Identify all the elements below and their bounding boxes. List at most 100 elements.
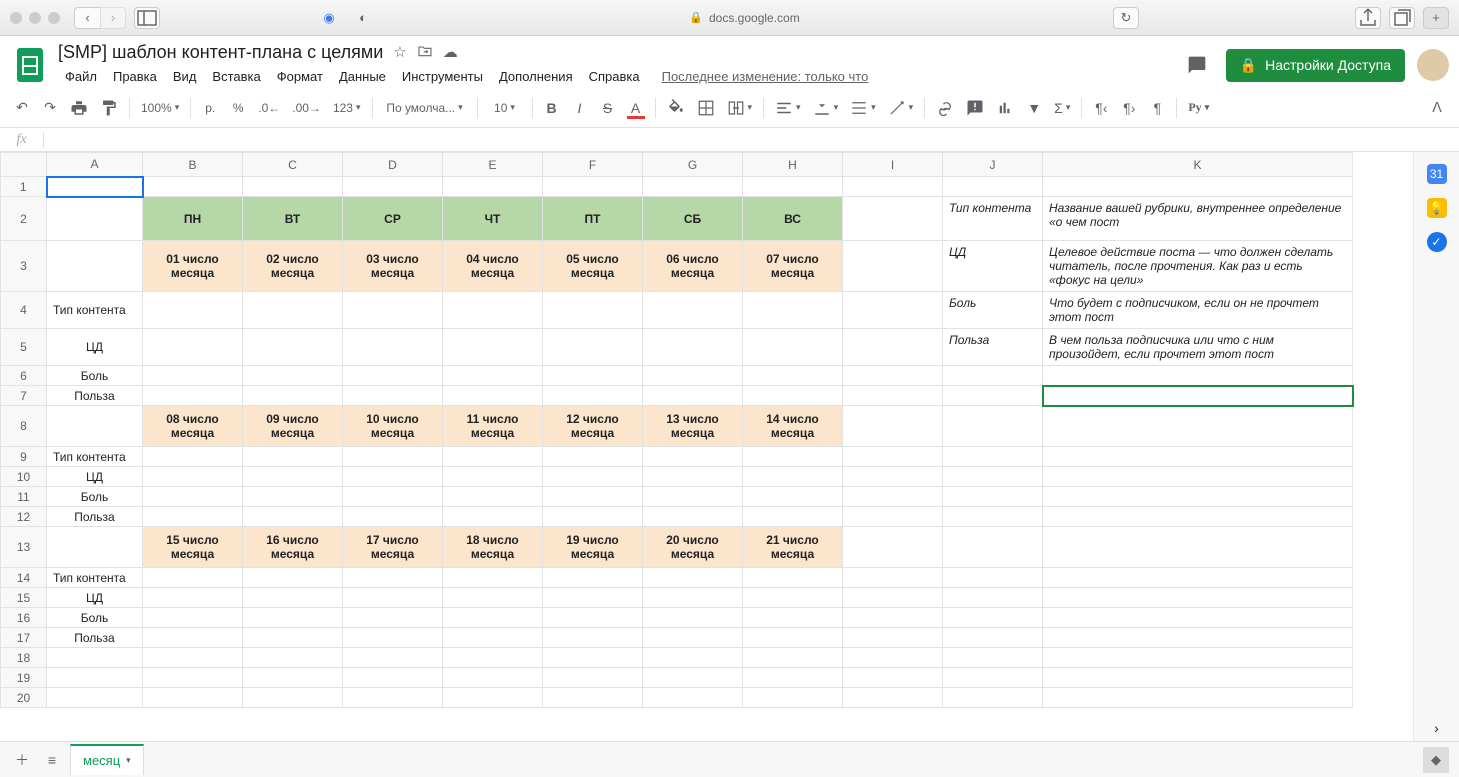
cell[interactable] [143, 588, 243, 608]
doc-title[interactable]: [SMP] шаблон контент-плана с целями [58, 42, 383, 63]
cell[interactable] [643, 447, 743, 467]
cell[interactable] [843, 241, 943, 292]
cell[interactable] [943, 487, 1043, 507]
cell[interactable] [243, 487, 343, 507]
cell[interactable] [543, 507, 643, 527]
cell[interactable] [643, 668, 743, 688]
cell[interactable] [743, 668, 843, 688]
legend-use-label[interactable]: Польза [943, 329, 1043, 366]
cell[interactable] [943, 668, 1043, 688]
cell[interactable] [943, 177, 1043, 197]
date-cell[interactable]: 13 число месяца [643, 406, 743, 447]
row-header-15[interactable]: 15 [1, 588, 47, 608]
cell[interactable] [143, 386, 243, 406]
date-cell[interactable]: 16 число месяца [243, 527, 343, 568]
cell[interactable] [243, 467, 343, 487]
all-sheets-button[interactable]: ≡ [40, 747, 64, 773]
cell[interactable] [743, 628, 843, 648]
cell[interactable] [843, 329, 943, 366]
row-header-9[interactable]: 9 [1, 447, 47, 467]
cell[interactable] [943, 527, 1043, 568]
row-label[interactable]: Тип контента [47, 292, 143, 329]
cell[interactable] [643, 366, 743, 386]
cell[interactable] [343, 467, 443, 487]
day-header[interactable]: ВС [743, 197, 843, 241]
cell[interactable] [643, 487, 743, 507]
cell[interactable] [643, 648, 743, 668]
explore-button[interactable]: ◆ [1423, 747, 1449, 773]
day-header[interactable]: ПН [143, 197, 243, 241]
col-header-K[interactable]: K [1043, 153, 1353, 177]
cell[interactable] [1043, 447, 1353, 467]
cell[interactable] [47, 648, 143, 668]
date-cell[interactable]: 07 число месяца [743, 241, 843, 292]
cell[interactable] [743, 292, 843, 329]
cell[interactable] [643, 507, 743, 527]
sidebar-toggle-button[interactable] [134, 7, 160, 29]
cell[interactable] [543, 292, 643, 329]
cell[interactable] [443, 366, 543, 386]
cell[interactable] [143, 447, 243, 467]
legend-cd-desc[interactable]: Целевое действие поста — что должен сдел… [1043, 241, 1353, 292]
cell[interactable] [243, 447, 343, 467]
row-label[interactable]: Польза [47, 507, 143, 527]
borders-button[interactable] [693, 95, 719, 121]
side-panel-toggle[interactable]: › [1425, 715, 1449, 741]
cell[interactable] [543, 568, 643, 588]
cell[interactable] [843, 688, 943, 708]
cell[interactable] [543, 487, 643, 507]
redo-button[interactable]: ↷ [38, 95, 62, 121]
cell[interactable] [1043, 628, 1353, 648]
cell[interactable] [47, 406, 143, 447]
cell[interactable] [343, 588, 443, 608]
menu-file[interactable]: Файл [58, 65, 104, 88]
cell[interactable] [743, 386, 843, 406]
cell[interactable] [943, 608, 1043, 628]
cell[interactable] [1043, 177, 1353, 197]
cell[interactable] [643, 688, 743, 708]
cell[interactable] [343, 386, 443, 406]
cell[interactable] [443, 608, 543, 628]
col-header-H[interactable]: H [743, 153, 843, 177]
row-header-11[interactable]: 11 [1, 487, 47, 507]
cell[interactable] [443, 292, 543, 329]
legend-type-desc[interactable]: Название вашей рубрики, внутреннее опред… [1043, 197, 1353, 241]
cell[interactable] [443, 688, 543, 708]
spreadsheet-grid[interactable]: ABCDEFGHIJK12ПНВТСРЧТПТСБВСТип контентаН… [0, 152, 1413, 741]
cell[interactable] [443, 467, 543, 487]
cell[interactable] [843, 292, 943, 329]
row-header-18[interactable]: 18 [1, 648, 47, 668]
move-icon[interactable] [417, 43, 433, 63]
cell[interactable] [1043, 568, 1353, 588]
col-header-D[interactable]: D [343, 153, 443, 177]
cell[interactable] [1043, 668, 1353, 688]
formula-input[interactable] [44, 128, 1459, 151]
comments-button[interactable] [1180, 48, 1214, 82]
row-header-5[interactable]: 5 [1, 329, 47, 366]
row-header-1[interactable]: 1 [1, 177, 47, 197]
cell[interactable] [1043, 406, 1353, 447]
date-cell[interactable]: 18 число месяца [443, 527, 543, 568]
cell[interactable] [243, 507, 343, 527]
cell[interactable] [543, 688, 643, 708]
row-label[interactable]: Польза [47, 386, 143, 406]
cell[interactable] [743, 366, 843, 386]
reload-button[interactable]: ↻ [1113, 7, 1139, 29]
date-cell[interactable]: 04 число месяца [443, 241, 543, 292]
strike-button[interactable]: S [596, 95, 620, 121]
collapse-toolbar-button[interactable]: ᐱ [1425, 95, 1449, 121]
menu-edit[interactable]: Правка [106, 65, 164, 88]
row-header-4[interactable]: 4 [1, 292, 47, 329]
share-access-button[interactable]: 🔒Настройки Доступа [1226, 49, 1405, 82]
cell[interactable] [1043, 487, 1353, 507]
filter-button[interactable]: ▼ [1022, 95, 1046, 121]
cell[interactable] [943, 366, 1043, 386]
cell[interactable] [643, 568, 743, 588]
cell[interactable] [843, 447, 943, 467]
window-controls[interactable] [10, 12, 60, 24]
date-cell[interactable]: 03 число месяца [343, 241, 443, 292]
fill-color-button[interactable] [663, 95, 689, 121]
menu-insert[interactable]: Вставка [205, 65, 267, 88]
cell[interactable] [143, 648, 243, 668]
cell[interactable] [843, 588, 943, 608]
